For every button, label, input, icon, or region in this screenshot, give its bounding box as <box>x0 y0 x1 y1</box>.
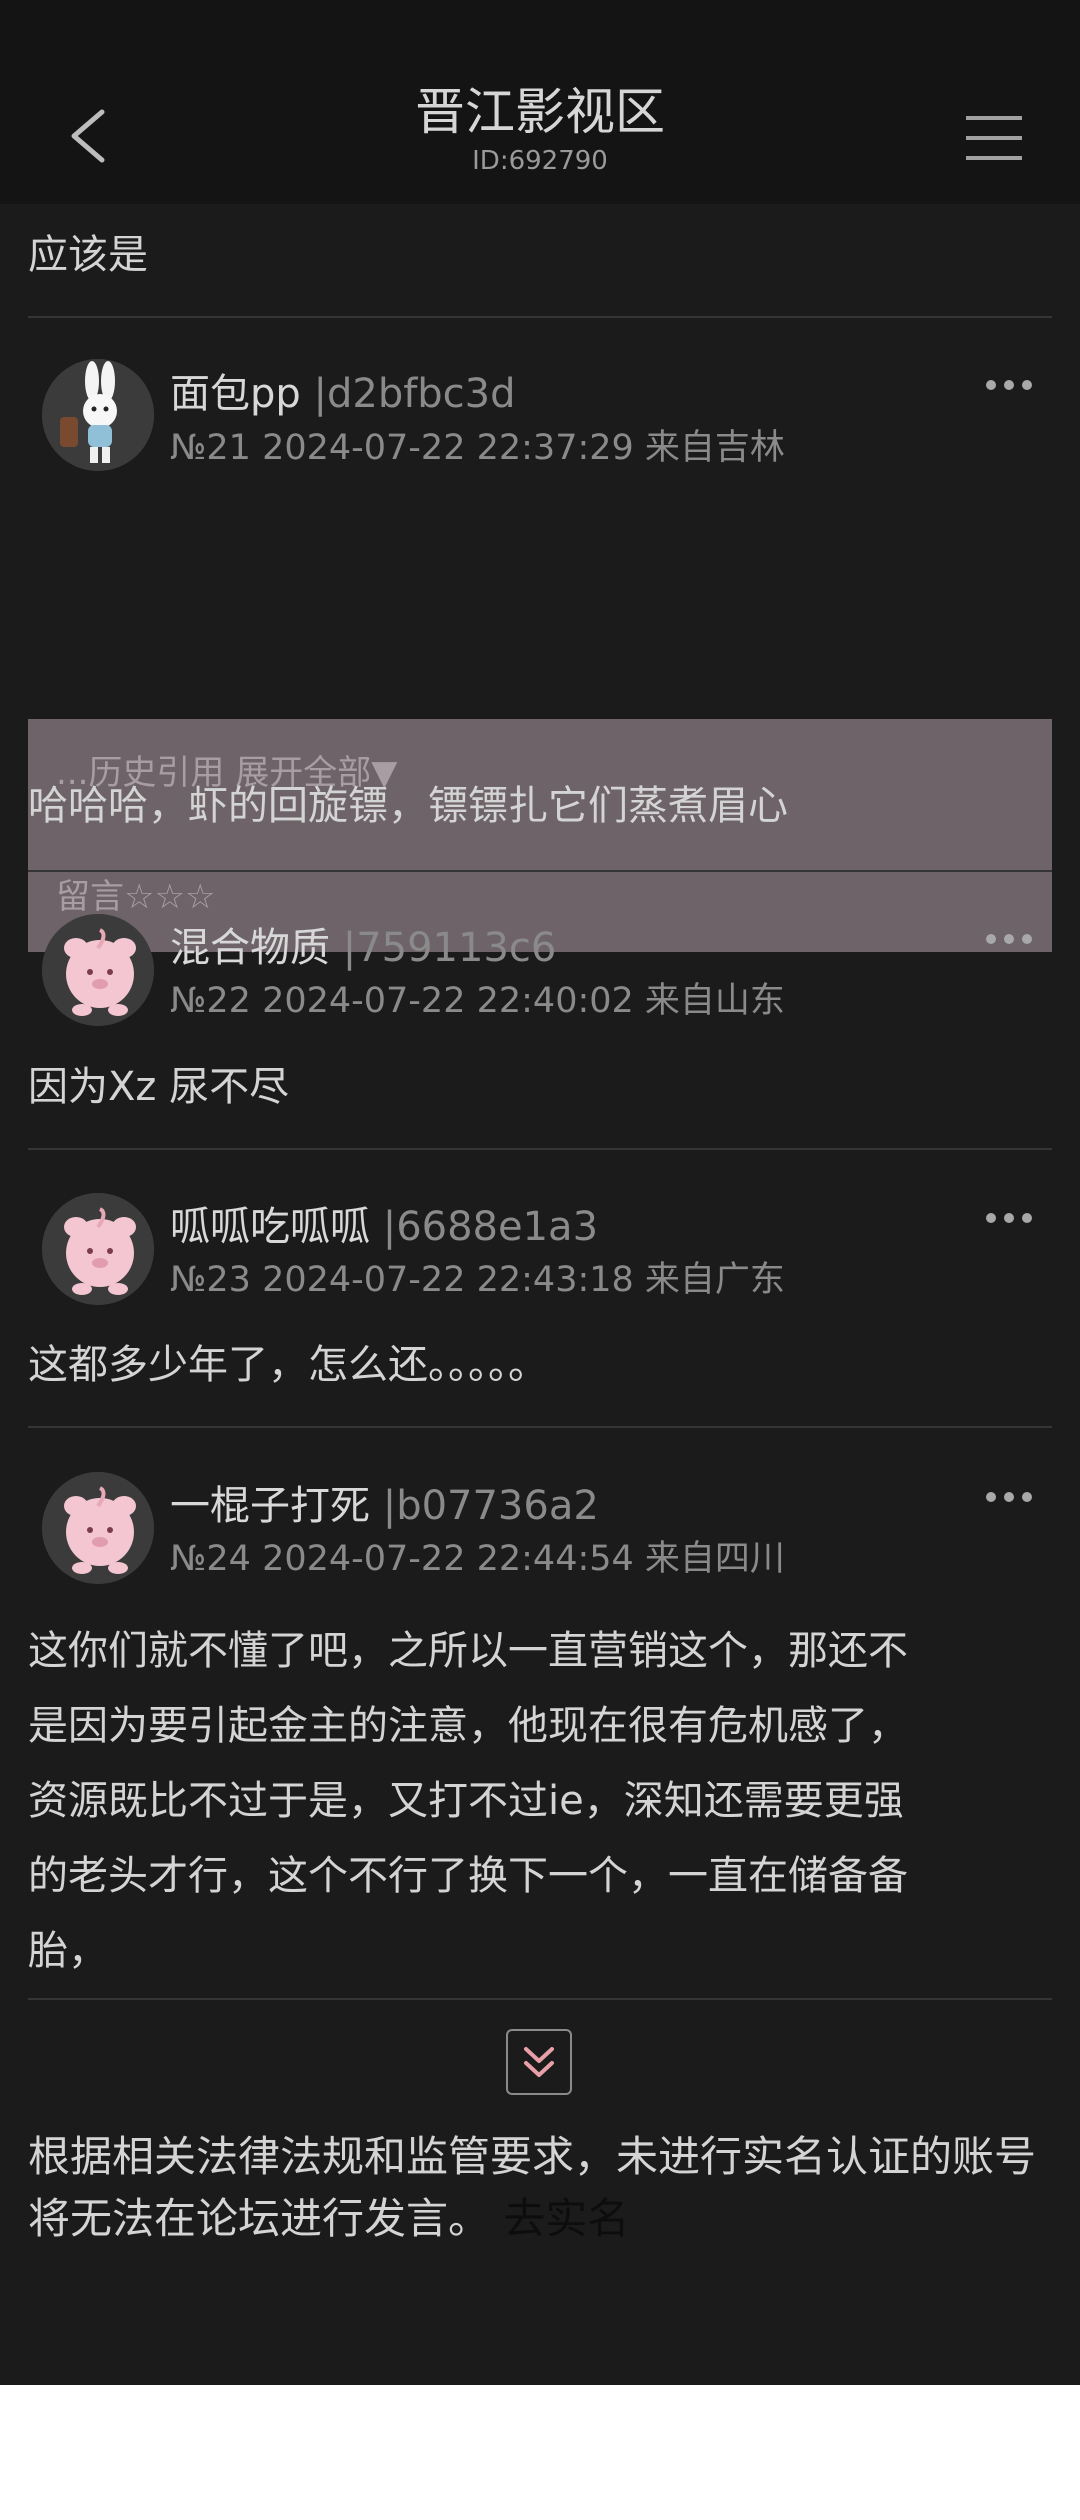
previous-post-body: 应该是 <box>28 232 148 278</box>
post-author[interactable]: 面包pp |d2bfbc3d <box>170 368 516 420</box>
username[interactable]: 呱呱吃呱呱 <box>170 1204 370 1250</box>
verify-identity-link[interactable]: 去实名 <box>503 2194 629 2243</box>
more-options-icon[interactable] <box>986 1209 1036 1229</box>
divider <box>28 1998 1052 2000</box>
user-avatar[interactable] <box>42 1193 154 1305</box>
divider <box>28 870 1052 872</box>
user-id: |b07736a2 <box>382 1483 599 1529</box>
post-body-line: 资源既比不过于是，又打不过ie，深知还需要更强 <box>28 1778 904 1824</box>
more-options-icon[interactable] <box>986 930 1036 950</box>
title-block: 晋江影视区 ID:692790 <box>0 80 1080 178</box>
post-body-line: 是因为要引起金主的注意，他现在很有危机感了， <box>28 1703 908 1749</box>
pink-pig-avatar-icon <box>42 914 154 1026</box>
forum-id: ID:692790 <box>472 146 608 176</box>
username[interactable]: 混合物质 <box>170 925 330 971</box>
bunny-avatar-icon <box>42 359 154 471</box>
post-author[interactable]: 混合物质 |759113c6 <box>170 922 556 974</box>
post-body: 因为Xz 尿不尽 <box>28 1064 290 1110</box>
quoted-text: 留言☆☆☆ <box>56 877 216 917</box>
post-meta: №22 2024-07-22 22:40:02 来自山东 <box>170 981 785 1021</box>
post-meta: №23 2024-07-22 22:43:18 来自广东 <box>170 1260 785 1300</box>
user-avatar[interactable] <box>42 359 154 471</box>
post-body-line: 这你们就不懂了吧，之所以一直营销这个，那还不 <box>28 1628 908 1674</box>
user-id: |6688e1a3 <box>382 1204 599 1250</box>
top-bar: 晋江影视区 ID:692790 <box>0 0 1080 204</box>
divider <box>28 1426 1052 1428</box>
user-id: |d2bfbc3d <box>313 371 516 417</box>
bottom-area <box>0 2385 1080 2520</box>
post-body-line: 的老头才行，这个不行了换下一个，一直在储备备 <box>28 1853 908 1899</box>
user-id: |759113c6 <box>342 925 557 971</box>
more-options-icon[interactable] <box>986 1488 1036 1508</box>
pink-pig-avatar-icon <box>42 1472 154 1584</box>
username[interactable]: 一棍子打死 <box>170 1483 370 1529</box>
post-body: 哈哈哈，虾的回旋镖，镖镖扎它们蒸煮眉心 <box>28 783 788 829</box>
quote-block: ...历史引用 展开全部▼ 留言☆☆☆ <box>28 719 1052 952</box>
post-body: 这都多少年了，怎么还。。。。。 <box>28 1342 548 1388</box>
more-options-icon[interactable] <box>986 376 1036 396</box>
post-body: 这你们就不懂了吧，之所以一直营销这个，那还不 是因为要引起金主的注意，他现在很有… <box>28 1614 1058 1989</box>
post-body-line: 胎， <box>28 1928 108 1974</box>
double-chevron-down-icon <box>524 2047 554 2077</box>
divider <box>28 1148 1052 1150</box>
real-name-notice: 根据相关法律法规和监管要求，未进行实名认证的账号将无法在论坛进行发言。 去实名 <box>28 2126 1058 2250</box>
divider <box>28 316 1052 318</box>
user-avatar[interactable] <box>42 914 154 1026</box>
menu-icon[interactable] <box>964 112 1024 164</box>
page-title: 晋江影视区 <box>415 83 665 141</box>
post-author[interactable]: 呱呱吃呱呱 |6688e1a3 <box>170 1201 598 1253</box>
post-meta: №24 2024-07-22 22:44:54 来自四川 <box>170 1539 785 1579</box>
load-more-button[interactable] <box>506 2029 572 2095</box>
post-meta: №21 2024-07-22 22:37:29 来自吉林 <box>170 428 785 468</box>
pink-pig-avatar-icon <box>42 1193 154 1305</box>
post-author[interactable]: 一棍子打死 |b07736a2 <box>170 1480 599 1532</box>
username[interactable]: 面包pp <box>170 371 301 417</box>
user-avatar[interactable] <box>42 1472 154 1584</box>
